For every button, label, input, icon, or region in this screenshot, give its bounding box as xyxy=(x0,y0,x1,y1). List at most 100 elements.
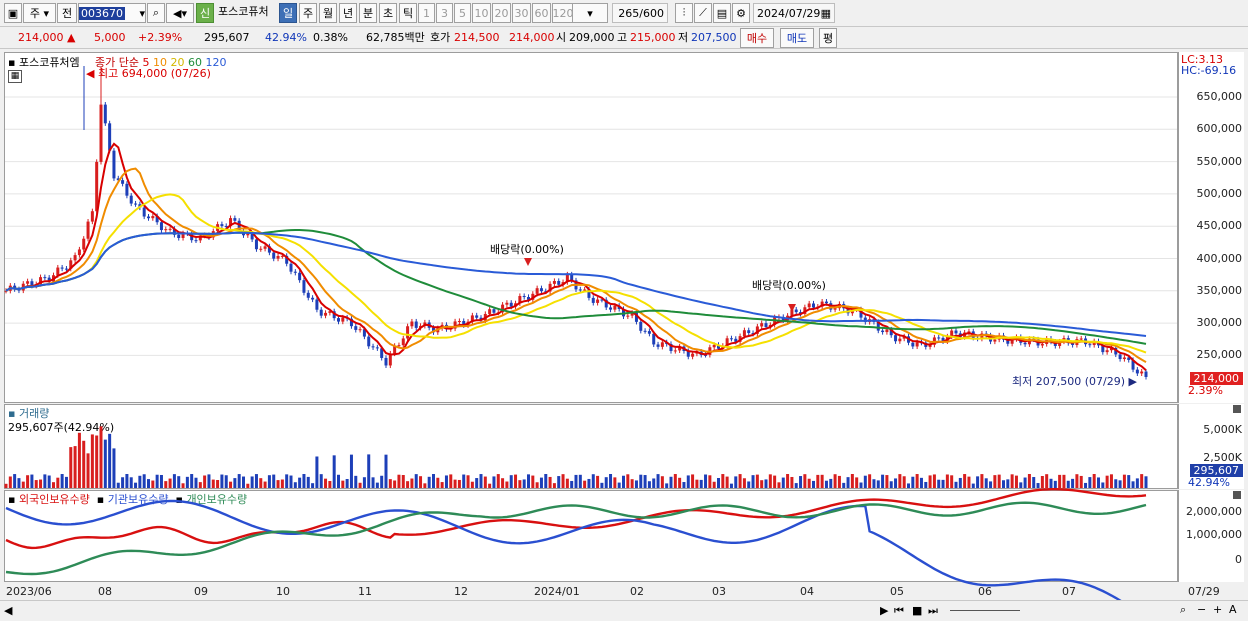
zoom-slider[interactable] xyxy=(950,610,1020,611)
volume-bar xyxy=(90,434,94,488)
zoom-in-icon[interactable]: + xyxy=(1213,603,1222,616)
volume-bar xyxy=(267,475,271,488)
candle-body xyxy=(254,239,258,250)
volume-bar xyxy=(950,475,954,488)
candle-body xyxy=(324,312,328,316)
volume-bar xyxy=(902,476,906,488)
volume-bar xyxy=(60,474,64,488)
candle-body xyxy=(812,303,815,308)
volume-bar xyxy=(293,482,297,488)
volume-bar xyxy=(704,474,708,488)
zoom-out-icon[interactable]: − xyxy=(1197,603,1206,616)
volume-bar xyxy=(557,476,561,488)
candle-body xyxy=(358,329,362,331)
volume-bar xyxy=(1066,480,1070,488)
candle-body xyxy=(643,330,647,332)
volume-bar xyxy=(475,478,479,488)
candle-body xyxy=(142,207,146,217)
volume-bar xyxy=(1144,476,1148,488)
volume-bar xyxy=(311,483,315,488)
volume-bar xyxy=(172,474,176,488)
stop-icon[interactable]: ■ xyxy=(912,604,922,617)
volume-bar xyxy=(121,477,125,488)
candle-body xyxy=(993,339,997,342)
volume-bar xyxy=(181,483,185,488)
candle-body xyxy=(1079,338,1083,340)
volume-bar xyxy=(1140,474,1144,488)
volume-bar xyxy=(747,481,751,488)
volume-bar xyxy=(932,474,936,488)
candle-body xyxy=(103,104,107,124)
volume-bar xyxy=(984,478,988,488)
volume-bar xyxy=(272,474,276,488)
volume-bar xyxy=(332,455,336,488)
volume-bar xyxy=(941,479,945,488)
volume-bar xyxy=(99,426,103,488)
volume-bar xyxy=(203,475,207,488)
volume-bar xyxy=(729,483,733,488)
candle-body xyxy=(1023,342,1027,345)
candle-body xyxy=(613,305,617,310)
volume-bar xyxy=(574,474,578,488)
xaxis-label-5: 12 xyxy=(454,585,468,598)
volume-bar xyxy=(1010,474,1014,488)
zoom-search-icon[interactable]: ⌕ xyxy=(1180,603,1186,617)
volume-bar xyxy=(319,474,323,488)
volume-bar xyxy=(859,482,863,488)
candle-body xyxy=(954,330,958,334)
candle-body xyxy=(82,238,86,250)
volume-bar xyxy=(1071,478,1075,488)
volume-bar xyxy=(1032,477,1036,488)
volume-bar xyxy=(855,477,859,488)
volume-bar xyxy=(1019,482,1023,488)
candle-body xyxy=(1122,357,1126,360)
volume-bar xyxy=(254,474,258,488)
volume-bar xyxy=(505,481,509,488)
volume-bar xyxy=(77,432,81,488)
volume-bar xyxy=(1131,481,1135,488)
volume-bar xyxy=(229,481,233,488)
volume-bar xyxy=(820,474,824,488)
volume-bar xyxy=(976,476,980,488)
volume-bar xyxy=(1053,480,1057,488)
candle-body xyxy=(311,297,315,300)
candle-body xyxy=(1040,344,1044,346)
volume-bar xyxy=(362,477,366,488)
candle-body xyxy=(712,344,716,348)
candle-body xyxy=(1140,371,1144,374)
volume-bar xyxy=(393,480,397,488)
chart-scrollbar: ◀ ▶ ⏮ ■ ⏭ ⌕ − + A xyxy=(0,600,1248,621)
volume-bar xyxy=(410,478,414,488)
xaxis-label-7: 02 xyxy=(630,585,644,598)
volume-bar xyxy=(280,479,284,488)
candle-body xyxy=(894,335,898,342)
volume-bar xyxy=(17,478,21,488)
volume-bar xyxy=(889,481,893,488)
font-icon[interactable]: A xyxy=(1229,603,1237,616)
last-icon[interactable]: ⏭ xyxy=(928,604,938,618)
volume-bar xyxy=(1006,479,1010,488)
candle-body xyxy=(151,216,155,219)
xaxis-label-8: 03 xyxy=(712,585,726,598)
volume-bar xyxy=(971,483,975,488)
volume-bar xyxy=(147,479,150,488)
scroll-left-icon[interactable]: ◀ xyxy=(4,604,12,617)
candle-body xyxy=(246,233,250,236)
volume-bar xyxy=(980,474,984,488)
candle-body xyxy=(220,224,224,226)
candle-body xyxy=(108,123,112,151)
volume-bar xyxy=(250,476,254,488)
volume-bar xyxy=(1097,477,1100,488)
first-icon[interactable]: ⏮ xyxy=(894,604,904,618)
volume-bar xyxy=(470,481,474,488)
volume-bar xyxy=(26,475,30,488)
volume-bar xyxy=(894,478,898,488)
volume-bar xyxy=(414,474,418,488)
volume-bar xyxy=(246,483,250,488)
scroll-right-icon[interactable]: ▶ xyxy=(880,604,888,617)
volume-bar xyxy=(967,476,971,488)
volume-bar xyxy=(488,483,492,488)
volume-bar xyxy=(501,478,505,488)
holder-line xyxy=(5,488,1147,550)
candle-body xyxy=(509,302,513,307)
